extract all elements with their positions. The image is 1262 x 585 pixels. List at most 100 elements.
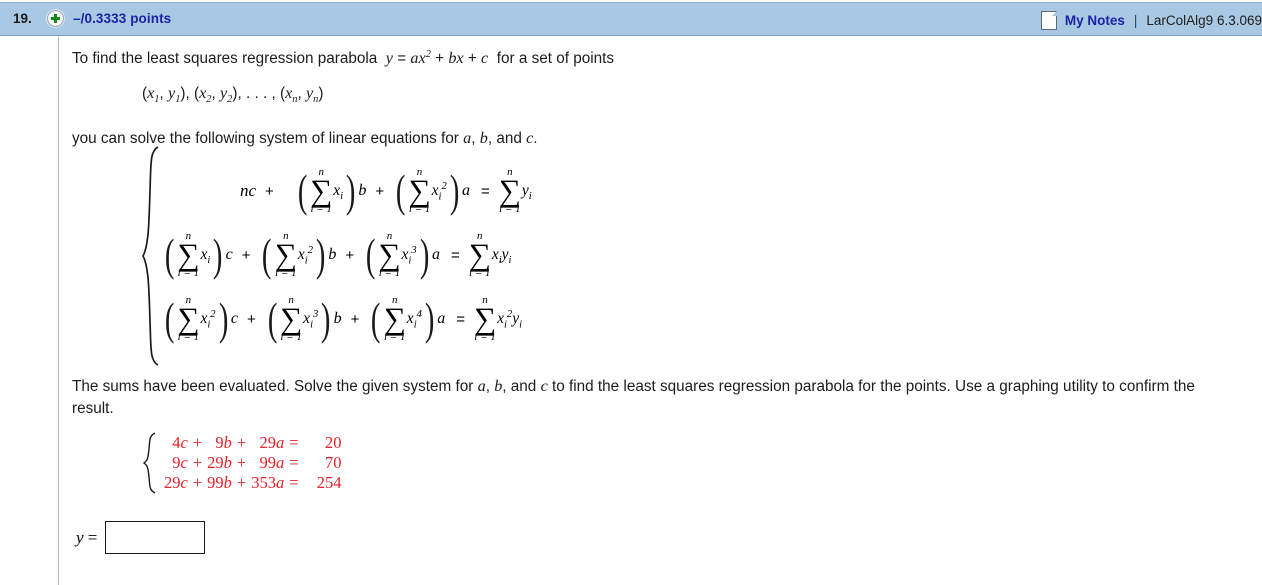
- sigma-lower-limit: i = 1: [499, 203, 521, 216]
- row3-a-term: 353a: [251, 473, 285, 492]
- answer-label: y =: [76, 527, 98, 547]
- sigma-lower-limit: i = 1: [469, 267, 491, 280]
- eq1-coef-2: a: [462, 181, 471, 199]
- eq2-sum-term-1: ( n ∑ i = 1 xi2 ) b: [259, 228, 337, 280]
- right-paren: ): [321, 292, 331, 344]
- sigma-lower-limit: i = 1: [384, 331, 406, 344]
- equation-row-1: nc + ( n ∑ i = 1 xi ) b + ( n ∑ i = 1 xi…: [162, 159, 532, 223]
- eq2-equals: =: [450, 246, 460, 264]
- sigma-block: n ∑ i = 1: [177, 230, 200, 280]
- row2-c-term: 9c: [172, 453, 188, 472]
- sigma-icon: ∑: [274, 236, 297, 272]
- note-page-icon[interactable]: [1040, 10, 1057, 30]
- eq3-sum-term-1: ( n ∑ i = 1 xi3 ) b: [265, 292, 342, 344]
- eq2-rhs-summand: xiyi: [491, 245, 512, 267]
- eq2-op1: +: [241, 246, 251, 264]
- intro-text-post: for a set of points: [496, 50, 615, 68]
- sigma-block: n ∑ i = 1: [378, 230, 401, 280]
- sigma-icon: ∑: [177, 300, 200, 336]
- table-row: 29c + 99b + 353a = 254: [164, 473, 342, 493]
- eq2-summand-0: xi: [200, 245, 211, 267]
- eq1-lead-term: nc: [240, 181, 257, 200]
- left-paren: (: [262, 228, 272, 280]
- parabola-formula: y = ax2 + bx + c: [385, 49, 489, 68]
- row1-op2: +: [236, 433, 247, 452]
- eq2-sum-term-2: ( n ∑ i = 1 xi3 ) a: [363, 228, 440, 280]
- eq2-sum-term-0: ( n ∑ i = 1 xi ) c: [162, 228, 233, 280]
- row3-b-term: 99b: [207, 473, 232, 492]
- row1-c-term: 4c: [172, 433, 188, 452]
- eq1-equals: =: [481, 182, 490, 200]
- right-paren: ): [449, 164, 460, 216]
- right-paren: ): [218, 292, 228, 344]
- row1-b-term: 9b: [215, 433, 232, 452]
- eq1-sum-term-1: ( n ∑ i = 1 xi ) b: [295, 164, 367, 216]
- sigma-lower-limit: i = 1: [310, 203, 332, 216]
- left-paren: (: [366, 228, 376, 280]
- eq3-summand-1: xi3: [303, 309, 319, 331]
- question-content: To find the least squares regression par…: [72, 44, 1247, 150]
- instruction-paragraph: The sums have been evaluated. Solve the …: [72, 377, 1195, 417]
- eq2-rhs: n ∑ i = 1 xiyi: [468, 230, 512, 280]
- sigma-lower-limit: i = 1: [280, 331, 302, 344]
- row3-c-term: 29c: [164, 473, 188, 492]
- left-paren: (: [267, 292, 278, 344]
- left-paren: (: [297, 164, 308, 216]
- eq1-rhs: n ∑ i = 1 yi: [499, 166, 532, 216]
- eq3-equals: =: [456, 310, 465, 328]
- intro-text-pre: To find the least squares regression par…: [72, 50, 378, 68]
- eq1-coef-1: b: [358, 181, 367, 199]
- eq3-rhs-summand: xi2yi: [497, 309, 523, 331]
- eq3-summand-0: xi2: [200, 309, 216, 331]
- plus-circle-icon[interactable]: [47, 10, 64, 27]
- eq2-coef-0: c: [225, 245, 233, 263]
- row1-rhs: 20: [325, 433, 342, 452]
- row2-b-term: 29b: [207, 453, 232, 472]
- row2-equals: =: [289, 453, 299, 472]
- equation-row-3: ( n ∑ i = 1 xi2 ) c + ( n ∑ i = 1 xi3) …: [162, 287, 532, 351]
- table-row: 9c + 29b + 99a = 70: [164, 453, 342, 473]
- numeric-equation-system: 4c + 9b + 29a = 20 9c + 29b + 99a = 70 2…: [142, 432, 342, 494]
- sigma-lower-limit: i = 1: [177, 267, 200, 280]
- left-paren: (: [164, 228, 175, 280]
- eq2-coef-1: b: [328, 245, 337, 263]
- sigma-block: n ∑ i = 1: [473, 294, 497, 343]
- row2-op2: +: [236, 453, 247, 472]
- my-notes-link[interactable]: My Notes: [1065, 13, 1125, 28]
- sigma-lower-limit: i = 1: [275, 267, 297, 280]
- sigma-icon: ∑: [383, 300, 406, 336]
- eq3-sum-term-0: ( n ∑ i = 1 xi2 ) c: [162, 292, 238, 344]
- numeric-curly-brace: [142, 432, 156, 494]
- sigma-icon: ∑: [468, 236, 491, 272]
- eq2-summand-1: xi2: [297, 245, 313, 267]
- sigma-icon: ∑: [473, 300, 497, 336]
- course-code-label: LarColAlg9 6.3.069: [1146, 12, 1262, 28]
- sigma-block: n ∑ i = 1: [274, 230, 297, 280]
- eq3-op1: +: [246, 310, 256, 328]
- eq3-coef-2: a: [437, 309, 446, 327]
- left-paren: (: [371, 292, 381, 344]
- sigma-block: n ∑ i = 1: [280, 294, 302, 344]
- sigma-block: n ∑ i = 1: [177, 294, 200, 343]
- points-label: –/0.3333 points: [73, 11, 172, 26]
- sigma-block: n ∑ i = 1: [383, 294, 406, 344]
- eq1-summand-2: xi2: [431, 181, 447, 203]
- sigma-block: n ∑ i = 1: [499, 166, 521, 216]
- left-paren: (: [164, 292, 175, 344]
- sigma-lower-limit: i = 1: [378, 267, 401, 280]
- left-vertical-divider: [58, 37, 59, 585]
- eq1-op2: +: [375, 182, 385, 200]
- equation-rows: nc + ( n ∑ i = 1 xi ) b + ( n ∑ i = 1 xi…: [162, 145, 532, 351]
- eq2-coef-2: a: [431, 245, 440, 263]
- instruction-block: The sums have been evaluated. Solve the …: [72, 375, 1222, 420]
- answer-row: y =: [76, 521, 206, 554]
- row2-rhs: 70: [325, 453, 342, 472]
- numeric-equations-table: 4c + 9b + 29a = 20 9c + 29b + 99a = 70 2…: [164, 433, 342, 493]
- header-separator: |: [1133, 12, 1138, 28]
- row1-op1: +: [192, 433, 203, 452]
- eq2-op2: +: [345, 246, 355, 264]
- eq3-summand-2: xi4: [406, 309, 422, 331]
- answer-input[interactable]: [105, 521, 206, 554]
- left-paren: (: [396, 164, 406, 216]
- row2-a-term: 99a: [259, 453, 285, 472]
